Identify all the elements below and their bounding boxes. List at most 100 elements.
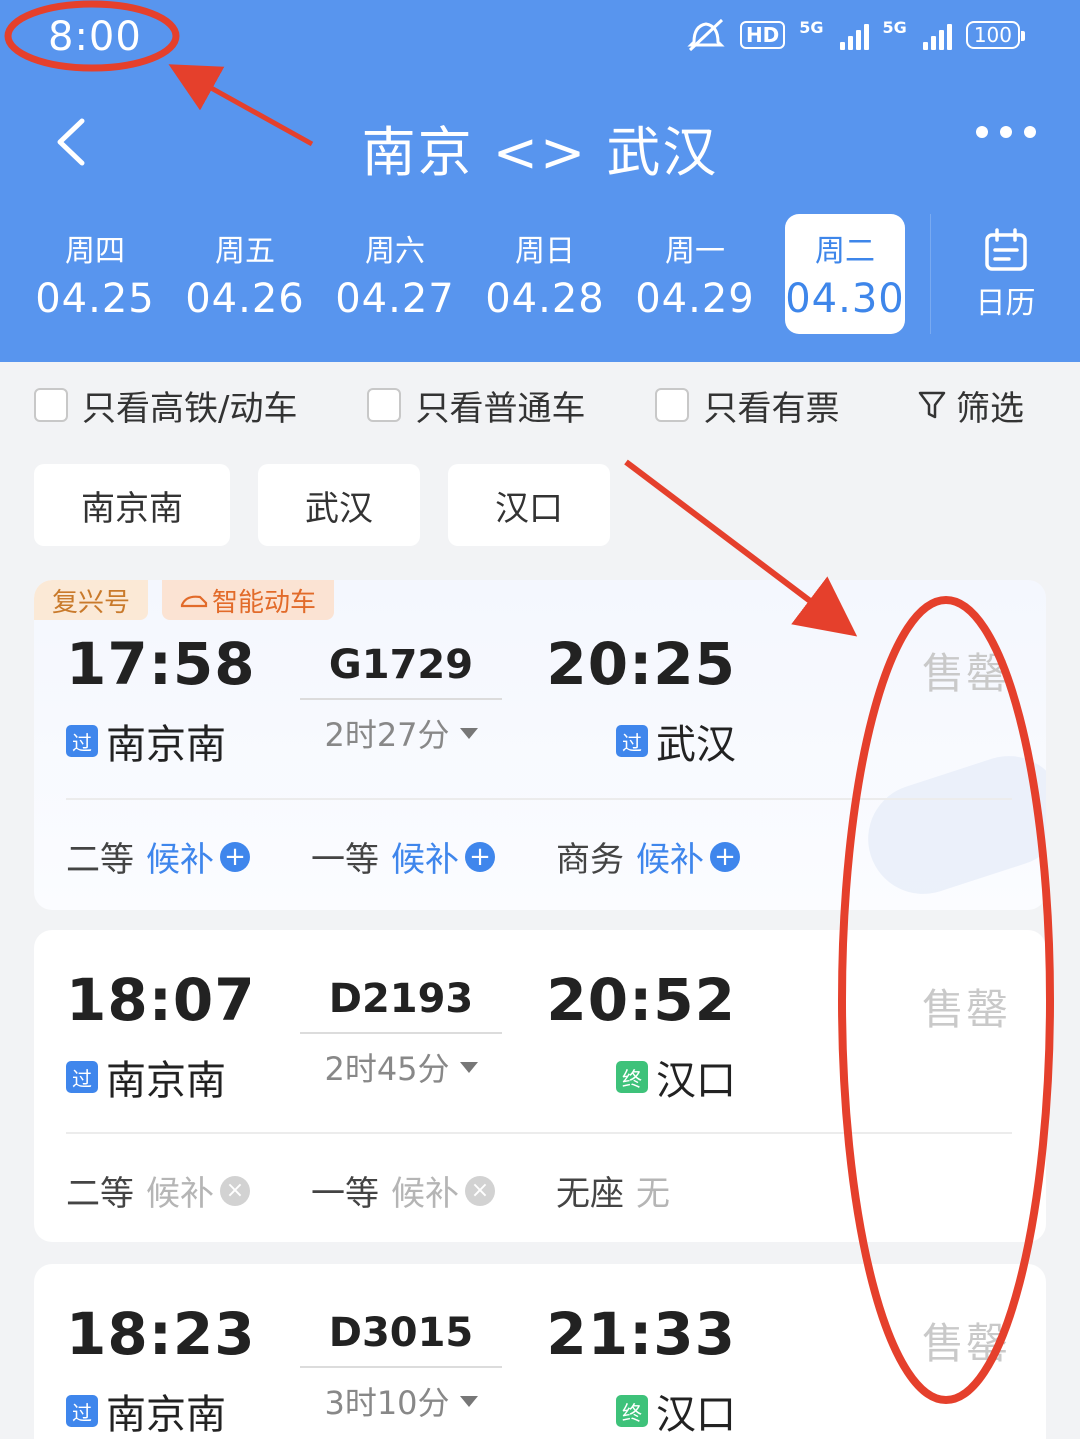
seat-availability: 候补 bbox=[636, 840, 704, 880]
arrival-time: 20:52 bbox=[546, 966, 736, 1034]
train-card[interactable]: 18:23 D3015 21:33 售罄 过 南京南 3时10分 终 汉口 bbox=[34, 1264, 1046, 1439]
date-tab[interactable]: 周六 04.27 bbox=[320, 214, 470, 334]
date-label: 04.26 bbox=[185, 276, 305, 322]
seat-availability: 候补 bbox=[391, 1174, 459, 1214]
plus-icon: + bbox=[220, 841, 250, 872]
plus-icon: + bbox=[710, 841, 740, 872]
station-name: 南京南 bbox=[106, 722, 226, 768]
arrival-station: 终 汉口 bbox=[616, 1048, 736, 1106]
checkbox-box bbox=[367, 388, 402, 422]
terminal-badge: 终 bbox=[616, 1061, 648, 1093]
plus-icon: + bbox=[465, 841, 495, 872]
date-label: 04.30 bbox=[785, 276, 905, 322]
station-name: 武汉 bbox=[656, 722, 736, 768]
calendar-button[interactable]: 日历 bbox=[930, 214, 1080, 334]
network-label-2: 5G bbox=[882, 18, 907, 37]
weekday-label: 周一 bbox=[665, 234, 725, 269]
chevron-down-icon bbox=[459, 1061, 478, 1073]
train-watermark bbox=[853, 741, 1046, 909]
checkbox-box bbox=[34, 388, 68, 422]
date-tab-selected[interactable]: 周二 04.30 bbox=[785, 214, 905, 334]
tag-label: 智能动车 bbox=[212, 587, 317, 618]
seat-list: 二等 候补 + 一等 候补 + 商务 候补 + bbox=[66, 832, 801, 881]
divider bbox=[66, 798, 1012, 800]
train-type-tag: 复兴号 bbox=[34, 580, 149, 620]
train-card[interactable]: 18:07 D2193 20:52 售罄 过 南京南 2时45分 终 汉口 二等… bbox=[34, 930, 1046, 1242]
seat-class: 二等 bbox=[66, 1174, 134, 1214]
signal-icon bbox=[839, 20, 869, 50]
arrival-station: 过 武汉 bbox=[616, 712, 736, 770]
chevron-down-icon bbox=[459, 727, 478, 739]
seat-class: 一等 bbox=[311, 840, 379, 880]
duration-label: 3时10分 bbox=[324, 1384, 450, 1422]
terminal-badge: 终 bbox=[616, 1395, 648, 1427]
duration-toggle[interactable]: 3时10分 bbox=[300, 1378, 502, 1424]
seat-availability: 候补 bbox=[391, 840, 459, 880]
duration-toggle[interactable]: 2时27分 bbox=[300, 710, 502, 756]
available-only-checkbox[interactable]: 只看有票 bbox=[655, 381, 839, 430]
train-icon bbox=[180, 595, 208, 608]
seat-option[interactable]: 一等 候补 × bbox=[311, 1166, 556, 1215]
seat-availability: 无 bbox=[636, 1174, 670, 1214]
weekday-label: 周五 bbox=[215, 234, 275, 269]
station-chip[interactable]: 武汉 bbox=[258, 464, 420, 546]
departure-station: 过 南京南 bbox=[66, 1382, 226, 1439]
date-tab[interactable]: 周五 04.26 bbox=[170, 214, 320, 334]
station-name: 南京南 bbox=[106, 1392, 226, 1438]
pass-badge: 过 bbox=[616, 725, 648, 757]
seat-option[interactable]: 一等 候补 + bbox=[311, 832, 556, 881]
chevron-down-icon bbox=[459, 1395, 478, 1407]
station-chip[interactable]: 汉口 bbox=[448, 464, 610, 546]
hd-icon: HD bbox=[739, 21, 786, 49]
arrival-time: 20:25 bbox=[546, 630, 736, 698]
weekday-label: 周四 bbox=[65, 234, 125, 269]
station-name: 汉口 bbox=[656, 1058, 736, 1104]
calendar-icon bbox=[984, 228, 1027, 271]
duration-toggle[interactable]: 2时45分 bbox=[300, 1044, 502, 1090]
date-label: 04.29 bbox=[635, 276, 755, 322]
date-label: 04.27 bbox=[335, 276, 455, 322]
date-tab[interactable]: 周日 04.28 bbox=[470, 214, 620, 334]
arrival-time: 21:33 bbox=[546, 1300, 736, 1368]
station-chip[interactable]: 南京南 bbox=[34, 464, 230, 546]
regular-only-checkbox[interactable]: 只看普通车 bbox=[367, 381, 585, 430]
station-name: 南京南 bbox=[106, 1058, 226, 1104]
seat-list: 二等 候补 × 一等 候补 × 无座 无 bbox=[66, 1166, 801, 1215]
seat-option[interactable]: 二等 候补 + bbox=[66, 832, 311, 881]
high-speed-only-checkbox[interactable]: 只看高铁/动车 bbox=[34, 381, 297, 430]
date-tab[interactable]: 周一 04.29 bbox=[620, 214, 770, 334]
departure-station: 过 南京南 bbox=[66, 1048, 226, 1106]
train-number: D3015 bbox=[300, 1310, 502, 1368]
departure-station: 过 南京南 bbox=[66, 712, 226, 770]
battery-icon: 100 bbox=[965, 21, 1026, 49]
filter-bar: 只看高铁/动车 只看普通车 只看有票 筛选 bbox=[34, 380, 1044, 430]
departure-time: 18:23 bbox=[66, 1300, 256, 1368]
seat-option[interactable]: 无座 无 bbox=[556, 1166, 801, 1215]
smart-train-tag: 智能动车 bbox=[162, 580, 335, 620]
seat-class: 二等 bbox=[66, 840, 134, 880]
sold-out-status: 售罄 bbox=[921, 1319, 1010, 1368]
duration-label: 2时45分 bbox=[324, 1050, 450, 1088]
train-number: D2193 bbox=[300, 976, 502, 1034]
train-number: G1729 bbox=[300, 642, 502, 700]
weekday-label: 周日 bbox=[515, 234, 575, 269]
weekday-label: 周二 bbox=[815, 234, 875, 269]
more-button[interactable] bbox=[976, 126, 1036, 138]
close-icon: × bbox=[220, 1175, 250, 1206]
duration-label: 2时27分 bbox=[324, 716, 450, 754]
seat-class: 一等 bbox=[311, 1174, 379, 1214]
seat-option[interactable]: 商务 候补 + bbox=[556, 832, 801, 881]
date-tab[interactable]: 周四 04.25 bbox=[20, 214, 170, 334]
checkbox-label: 只看有票 bbox=[703, 388, 840, 429]
filter-button[interactable]: 筛选 bbox=[918, 381, 1024, 430]
station-name: 汉口 bbox=[656, 1392, 736, 1438]
seat-class: 无座 bbox=[556, 1174, 624, 1214]
train-card[interactable]: 复兴号 智能动车 17:58 G1729 20:25 售罄 过 南京南 2时27… bbox=[34, 580, 1046, 910]
arrival-station: 终 汉口 bbox=[616, 1382, 736, 1439]
checkbox-label: 只看高铁/动车 bbox=[82, 388, 298, 429]
departure-time: 17:58 bbox=[66, 630, 256, 698]
pass-badge: 过 bbox=[66, 1061, 98, 1093]
seat-option[interactable]: 二等 候补 × bbox=[66, 1166, 311, 1215]
filter-label: 筛选 bbox=[956, 388, 1024, 429]
date-label: 04.25 bbox=[35, 276, 155, 322]
